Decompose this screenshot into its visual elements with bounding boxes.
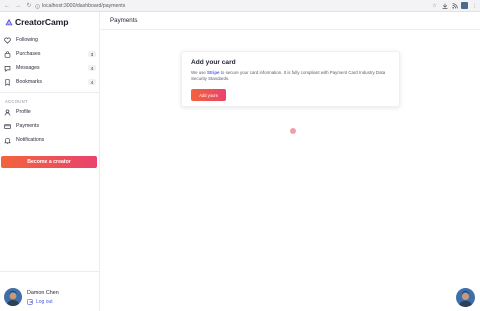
- brand-name: CreatorCamp: [15, 17, 69, 27]
- card-desc-prefix: We use: [191, 70, 208, 75]
- add-card-button[interactable]: Add yours: [191, 89, 226, 101]
- sidebar-divider: [0, 92, 100, 93]
- sidebar-item-following[interactable]: Following: [4, 35, 96, 45]
- bell-icon: [4, 137, 11, 144]
- sidebar-item-messages[interactable]: Messages 4: [4, 63, 96, 73]
- menu-dots-icon[interactable]: ⋮: [471, 2, 478, 9]
- user-name: Damon Chen: [27, 290, 59, 296]
- stripe-link[interactable]: Stripe: [207, 70, 219, 75]
- floating-avatar[interactable]: [456, 288, 475, 307]
- profile-avatar-icon[interactable]: [461, 2, 468, 9]
- heart-icon: [4, 37, 11, 44]
- count-badge: 4: [88, 65, 96, 71]
- sidebar-item-label: Bookmarks: [16, 79, 42, 85]
- user-icon: [4, 108, 11, 116]
- shopping-bag-icon: [4, 50, 11, 58]
- rss-icon[interactable]: [451, 2, 458, 9]
- account-section-label: ACCOUNT: [5, 99, 28, 104]
- sidebar-item-label: Notifications: [16, 137, 45, 143]
- count-badge: 4: [88, 79, 96, 85]
- camp-logo-icon: [5, 18, 13, 26]
- sidebar-item-notifications[interactable]: Notifications: [4, 135, 96, 145]
- browser-toolbar: ← → ↻ localhost:3000/dashboard/payments …: [0, 0, 480, 12]
- brand-logo[interactable]: CreatorCamp: [5, 17, 68, 27]
- sidebar-item-payments[interactable]: Payments: [4, 121, 96, 131]
- count-badge: 3: [88, 51, 96, 57]
- sidebar-item-label: Profile: [16, 109, 31, 115]
- logout-icon: [27, 299, 33, 305]
- logout-link[interactable]: Log out: [27, 299, 53, 305]
- url-text: localhost:3000/dashboard/payments: [42, 3, 126, 9]
- info-icon: [35, 3, 40, 9]
- star-icon[interactable]: ☆: [431, 2, 438, 9]
- sidebar-item-label: Purchases: [16, 51, 41, 57]
- loading-spinner: [290, 128, 296, 134]
- page-title: Payments: [101, 12, 480, 30]
- sidebar-item-label: Payments: [16, 123, 40, 129]
- credit-card-icon: [4, 123, 11, 130]
- reload-icon[interactable]: ↻: [25, 2, 33, 10]
- sidebar-item-profile[interactable]: Profile: [4, 107, 96, 117]
- become-creator-button[interactable]: Become a creator: [1, 156, 97, 168]
- sidebar-item-bookmarks[interactable]: Bookmarks 4: [4, 77, 96, 87]
- card-title: Add your card: [191, 59, 236, 66]
- avatar[interactable]: [4, 288, 22, 306]
- sidebar-item-purchases[interactable]: Purchases 3: [4, 49, 96, 59]
- chat-bubble-icon: [4, 65, 11, 72]
- add-card-panel: Add your card We use Stripe to secure yo…: [181, 51, 400, 107]
- sidebar-footer-divider: [0, 271, 100, 272]
- sidebar-item-label: Messages: [16, 65, 40, 71]
- card-description: We use Stripe to secure your card inform…: [191, 70, 391, 82]
- download-icon[interactable]: [441, 2, 448, 9]
- card-desc-suffix: to secure your card information. It is f…: [191, 70, 386, 82]
- sidebar-item-label: Following: [16, 37, 38, 43]
- forward-arrow-icon[interactable]: →: [14, 2, 22, 10]
- bookmark-icon: [4, 78, 11, 86]
- address-bar[interactable]: localhost:3000/dashboard/payments: [35, 2, 435, 10]
- logout-label: Log out: [36, 299, 53, 305]
- back-arrow-icon[interactable]: ←: [3, 2, 11, 10]
